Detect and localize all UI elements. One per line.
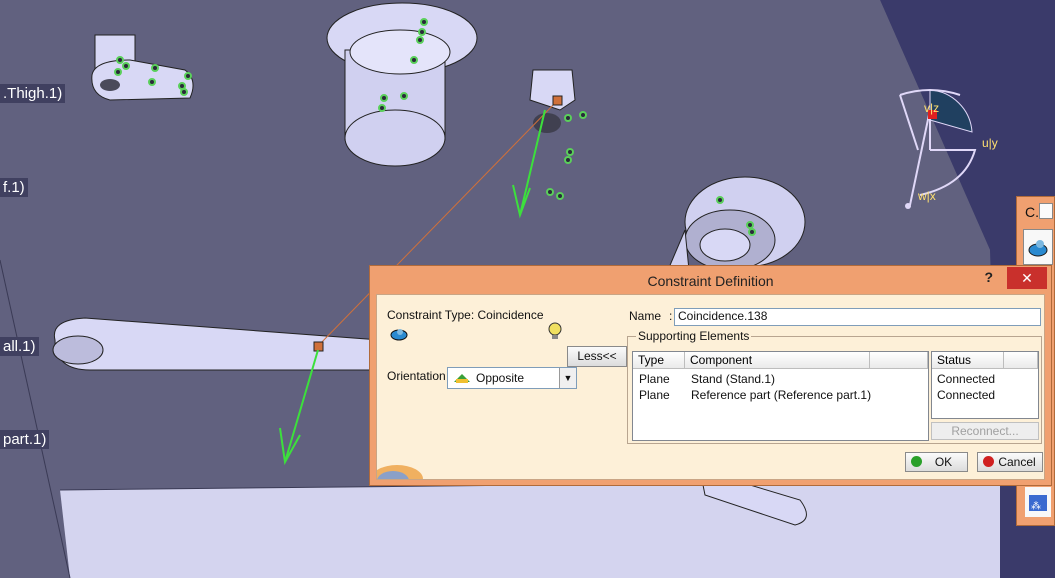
cancel-icon <box>983 456 994 467</box>
row-2-component[interactable]: Reference part (Reference part.1) <box>691 388 871 402</box>
row-2-status: Connected <box>937 388 996 402</box>
status-list[interactable]: Status Connected Connected <box>931 351 1039 419</box>
orientation-select[interactable]: Opposite ▼ <box>447 367 577 389</box>
side-toolbar-close-button[interactable] <box>1039 203 1053 219</box>
row-1-status: Connected <box>937 372 996 386</box>
snap-icon[interactable]: ⁂ <box>1025 487 1051 517</box>
compass-label-vz: v|z <box>924 101 939 115</box>
less-button[interactable]: Less<< <box>567 346 627 367</box>
name-field[interactable]: Coincidence.138 <box>674 308 1041 326</box>
name-label: Name <box>629 309 662 323</box>
row-1-component[interactable]: Stand (Stand.1) <box>691 372 775 386</box>
base-plate[interactable] <box>60 480 1000 578</box>
orientation-icon <box>452 370 472 392</box>
row-2-type: Plane <box>639 388 670 402</box>
side-toolbar-title: C. <box>1025 204 1039 220</box>
tree-label-reference-part[interactable]: part.1) <box>0 430 50 449</box>
col-status-extra[interactable] <box>1004 352 1038 369</box>
constraint-point-top[interactable] <box>552 95 563 106</box>
orientation-label: Orientation <box>387 369 446 383</box>
components-list[interactable]: Type Component Plane Stand (Stand.1) Pla… <box>632 351 929 441</box>
supporting-elements-label: Supporting Elements <box>636 329 752 343</box>
ok-icon <box>911 456 922 467</box>
row-1-type: Plane <box>639 372 670 386</box>
ok-label: OK <box>934 455 953 469</box>
globe-decoration-icon <box>371 453 427 493</box>
compass-label-uy: u|y <box>982 136 998 150</box>
orientation-value: Opposite <box>476 371 525 385</box>
col-status[interactable]: Status <box>932 352 1004 369</box>
tree-label-stand[interactable]: f.1) <box>0 178 28 197</box>
dialog-body: Constraint Type: Coincidence Less<< Orie… <box>371 294 1045 493</box>
col-component[interactable]: Component <box>685 352 870 369</box>
cancel-label: Cancel <box>998 455 1036 469</box>
constraint-point-bottom[interactable] <box>313 341 324 352</box>
compass-label-wx: w|x <box>917 189 936 203</box>
dialog-title: Constraint Definition <box>647 273 774 289</box>
assembly-icon[interactable] <box>1023 229 1053 265</box>
constraint-type-label: Constraint Type: Coincidence <box>387 308 544 322</box>
cancel-button[interactable]: Cancel <box>977 452 1043 472</box>
reconnect-button[interactable]: Reconnect... <box>931 422 1039 440</box>
col-type[interactable]: Type <box>633 352 685 369</box>
name-colon: : <box>669 309 673 323</box>
svg-text:⁂: ⁂ <box>1031 501 1041 512</box>
light-bulb-icon[interactable] <box>547 321 563 348</box>
supporting-elements-group: Supporting Elements Type Component Plane… <box>627 329 1042 444</box>
tree-label-ball[interactable]: all.1) <box>0 337 39 356</box>
coincidence-icon <box>389 325 409 348</box>
tree-label-thigh[interactable]: .Thigh.1) <box>0 84 66 103</box>
dialog-titlebar[interactable]: Constraint Definition ? ✕ <box>370 266 1051 294</box>
col-extra[interactable] <box>870 352 928 369</box>
ok-button[interactable]: OK <box>905 452 968 472</box>
close-button[interactable]: ✕ <box>1007 267 1047 289</box>
chevron-down-icon[interactable]: ▼ <box>559 368 576 388</box>
constraint-definition-dialog[interactable]: Constraint Definition ? ✕ Constraint Typ… <box>369 265 1052 493</box>
help-button[interactable]: ? <box>984 269 993 285</box>
